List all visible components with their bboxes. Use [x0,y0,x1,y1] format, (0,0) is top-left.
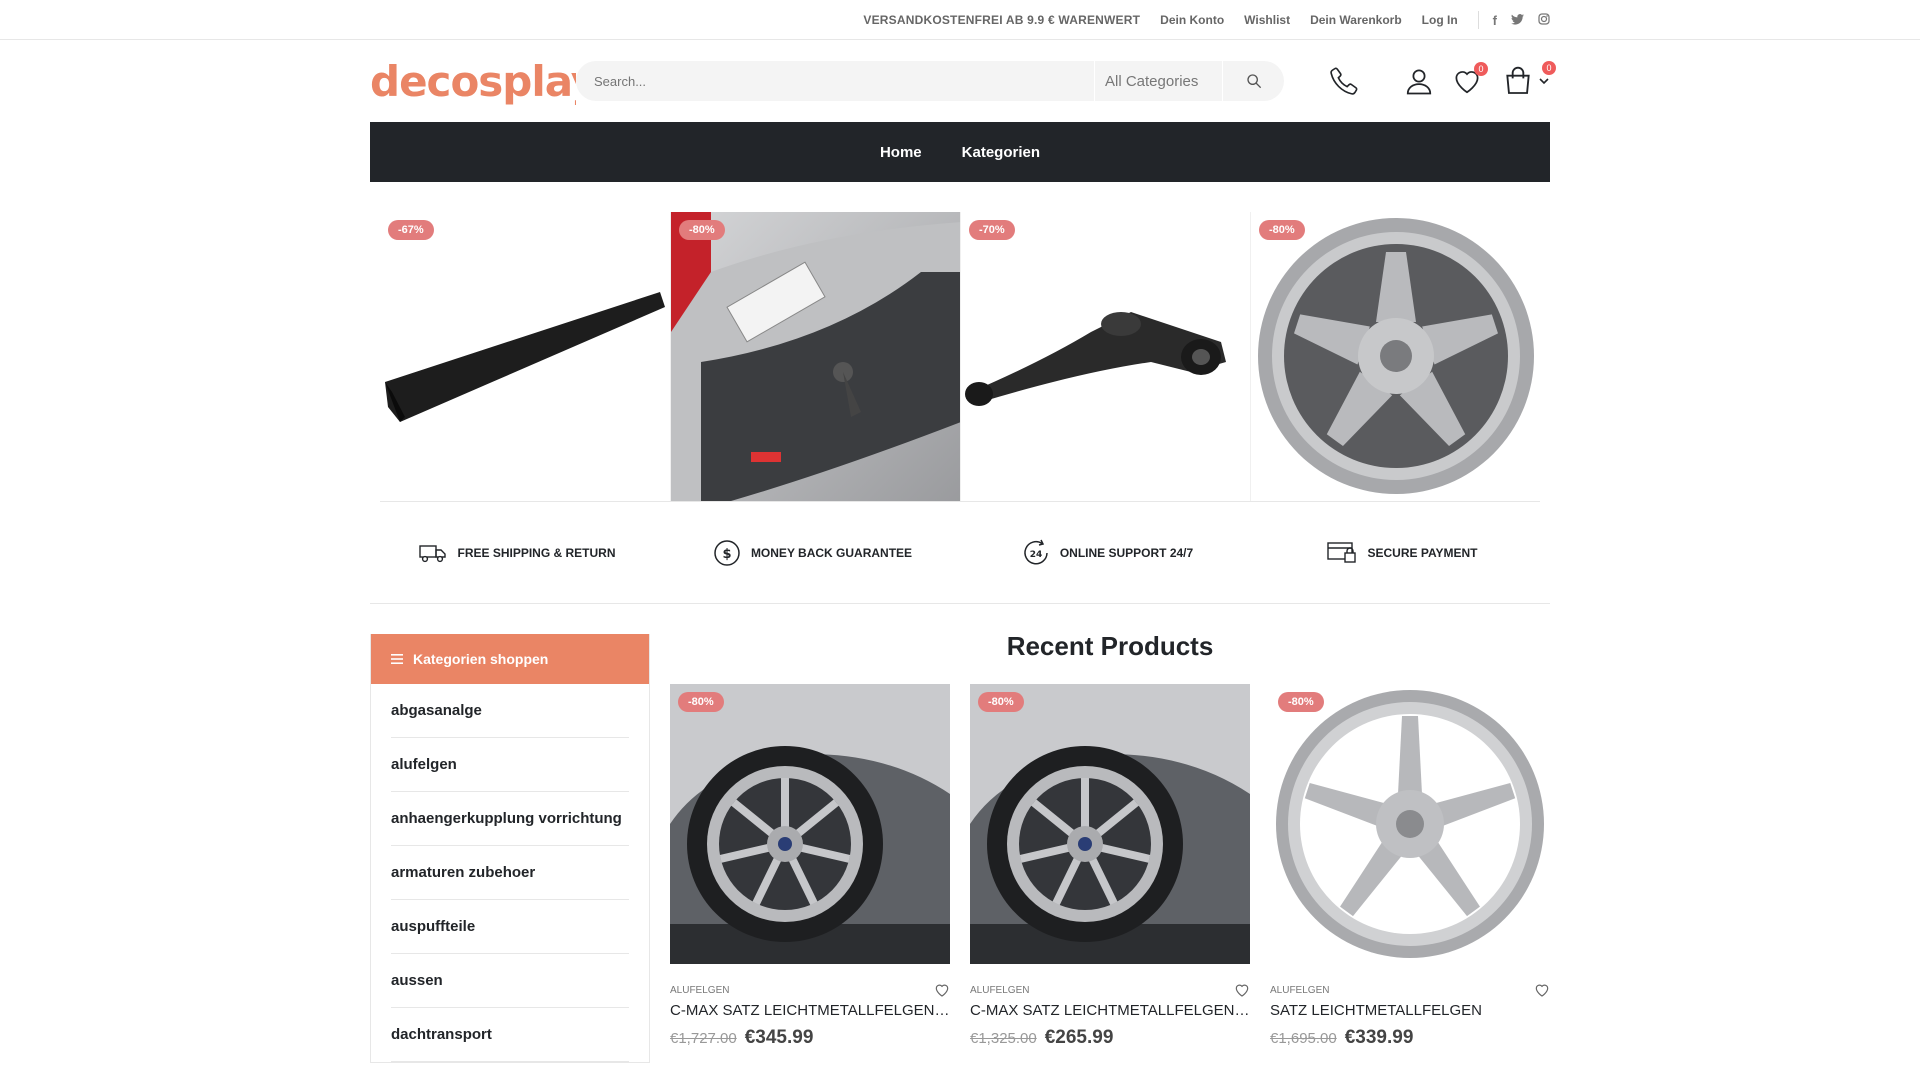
search-bar: All Categories [576,61,1284,101]
banner-item[interactable]: -70% [960,212,1250,501]
discount-badge: -80% [1278,692,1324,712]
nav-categories[interactable]: Kategorien [962,144,1040,161]
feature-label: FREE SHIPPING & RETURN [457,545,616,560]
feature-support: 24 ONLINE SUPPORT 24/7 [960,502,1255,603]
social-links: f [1493,13,1550,28]
top-bar: VERSANDKOSTENFREI AB 9.9 € WARENWERT Dei… [0,0,1920,40]
wishlist-link[interactable]: Wishlist [1244,13,1290,27]
product-category[interactable]: ALUFELGEN [670,985,729,996]
discount-badge: -80% [1259,220,1305,240]
product-card[interactable]: -80% [970,684,1250,1049]
feature-strip: FREE SHIPPING & RETURN $ MONEY BACK GUAR… [370,502,1550,604]
banner-item[interactable]: -80% [1250,212,1540,501]
feature-payment: SECURE PAYMENT [1255,502,1550,603]
facebook-icon[interactable]: f [1493,13,1497,28]
category-list: abgasanalge alufelgen anhaengerkupplung … [371,684,649,1062]
search-input[interactable] [576,61,1094,101]
recent-products: Recent Products -80% ALUFELGEN C-MAX SAT… [650,631,1550,1063]
product-category[interactable]: ALUFELGEN [970,985,1029,996]
current-price: €339.99 [1344,1027,1414,1048]
phone-icon[interactable] [1329,66,1359,96]
heart-icon[interactable] [1234,982,1250,998]
menu-icon [391,654,403,664]
site-logo[interactable]: decosplaycom [370,57,576,106]
alloy-wheel-image [1258,218,1534,494]
banner-item[interactable]: -67% [380,212,670,501]
product-banner: -67% -80% -70% -80% [380,212,1540,502]
search-button[interactable] [1222,61,1284,101]
product-name[interactable]: C-MAX SATZ LEICHTMETALLFELGEN A... [670,1002,950,1019]
feature-label: SECURE PAYMENT [1367,545,1478,560]
section-title: Recent Products [1006,631,1214,661]
sidebar-item-dachtransport[interactable]: dachtransport [391,1008,629,1062]
divider [1477,11,1479,29]
product-image[interactable]: -80% [970,684,1250,964]
dollar-circle-icon: $ [714,539,740,566]
category-sidebar: Kategorien shoppen abgasanalge alufelgen… [370,634,650,1063]
svg-text:$: $ [722,547,731,562]
search-icon [1246,74,1261,89]
feature-money-back: $ MONEY BACK GUARANTEE [665,502,960,603]
rubber-mat-image [385,292,665,422]
shipping-promo: VERSANDKOSTENFREI AB 9.9 € WARENWERT [863,13,1141,27]
current-price: €265.99 [1044,1027,1114,1048]
wishlist-count-badge: 0 [1474,62,1488,76]
sidebar-header[interactable]: Kategorien shoppen [371,634,649,684]
truck-icon [419,544,447,562]
product-category[interactable]: ALUFELGEN [1270,985,1329,996]
shopping-bag-icon [1506,66,1530,94]
sidebar-item-abgasanalge[interactable]: abgasanalge [391,684,629,738]
product-card[interactable]: -80% [670,684,950,1049]
cart-link[interactable]: Dein Warenkorb [1310,13,1402,27]
discount-badge: -67% [388,220,434,240]
instagram-icon[interactable] [1538,12,1550,28]
banner-item[interactable]: -80% [670,212,960,501]
header-icons: 0 0 [1329,40,1556,122]
old-price: €1,325.00 [970,1030,1037,1047]
account-link[interactable]: Dein Konto [1160,13,1224,27]
discount-badge: -70% [969,220,1015,240]
main-nav: Home Kategorien [370,122,1550,182]
discount-badge: -80% [678,692,724,712]
product-card[interactable]: -80% [1270,684,1550,1049]
control-arm-image [965,312,1226,406]
category-select[interactable]: All Categories [1094,61,1222,101]
old-price: €1,727.00 [670,1030,737,1047]
cart-button[interactable]: 0 [1502,61,1556,97]
sidebar-item-alufelgen[interactable]: alufelgen [391,738,629,792]
product-image[interactable]: -80% [1270,684,1550,964]
product-name[interactable]: C-MAX SATZ LEICHTMETALLFELGEN A... [970,1002,1250,1019]
heart-icon[interactable] [1534,982,1550,998]
login-link[interactable]: Log In [1422,13,1458,27]
product-grid: -80% ALUFELGEN C-MAX SATZ LEICHTMETALLFE… [670,684,1550,1049]
wishlist-button[interactable]: 0 [1452,62,1488,96]
feature-label: ONLINE SUPPORT 24/7 [1059,545,1194,560]
product-image[interactable]: -80% [670,684,950,964]
tow-hitch-image [671,212,960,501]
sidebar-item-armaturen[interactable]: armaturen zubehoer [391,846,629,900]
cart-count-badge: 0 [1542,61,1556,75]
chevron-down-icon [1539,78,1549,85]
user-icon[interactable] [1404,66,1434,96]
feature-shipping: FREE SHIPPING & RETURN [370,502,665,603]
feature-label: MONEY BACK GUARANTEE [750,545,913,560]
site-header: decosplaycom All Categories 0 0 [370,40,1556,122]
sidebar-item-auspuffteile[interactable]: auspuffteile [391,900,629,954]
sidebar-item-aussen[interactable]: aussen [391,954,629,1008]
current-price: €345.99 [744,1027,814,1048]
product-name[interactable]: SATZ LEICHTMETALLFELGEN [1270,1002,1550,1019]
discount-badge: -80% [978,692,1024,712]
sidebar-item-anhaengerkupplung[interactable]: anhaengerkupplung vorrichtung [391,792,629,846]
discount-badge: -80% [679,220,725,240]
old-price: €1,695.00 [1270,1030,1337,1047]
sidebar-title: Kategorien shoppen [413,651,549,667]
twitter-icon[interactable] [1511,13,1524,28]
nav-home[interactable]: Home [880,144,922,161]
support-24-icon: 24 [1024,539,1048,564]
credit-card-icon [1327,541,1357,563]
svg-text:24: 24 [1030,550,1043,560]
heart-icon[interactable] [934,982,950,998]
main-content: Kategorien shoppen abgasanalge alufelgen… [370,631,1550,1063]
